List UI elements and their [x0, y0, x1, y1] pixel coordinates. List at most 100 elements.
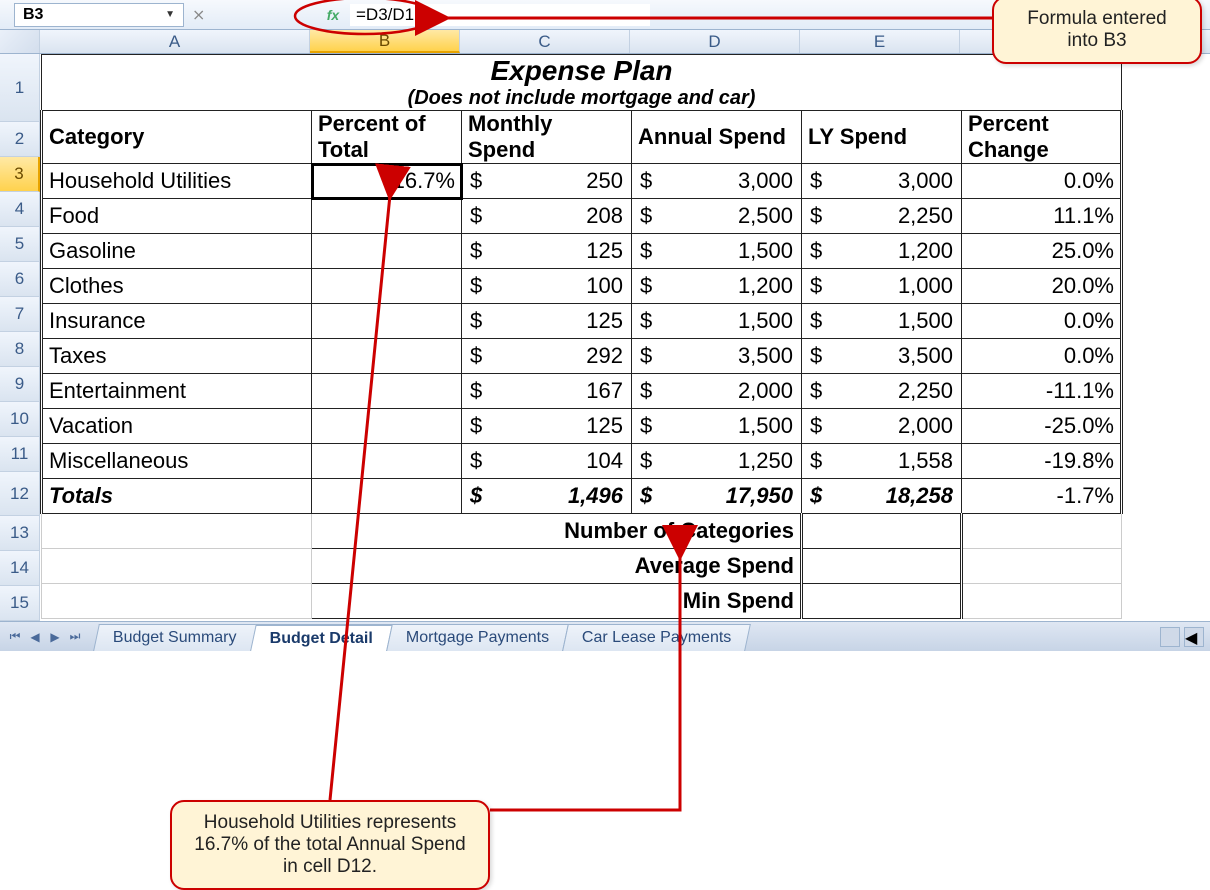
- cell-category[interactable]: Gasoline: [42, 234, 312, 269]
- cell-percent-change[interactable]: 0.0%: [962, 164, 1122, 199]
- cell-category[interactable]: Miscellaneous: [42, 444, 312, 479]
- sheet-tab[interactable]: Car Lease Payments: [562, 624, 751, 651]
- cell-annual-spend[interactable]: $3,000: [632, 164, 802, 199]
- tab-nav-first-icon[interactable]: ⏮: [6, 628, 24, 646]
- cell-F13[interactable]: [962, 514, 1122, 549]
- row-header-3[interactable]: 3: [0, 157, 40, 192]
- cell-annual-spend[interactable]: $1,250: [632, 444, 802, 479]
- cell-percent-total[interactable]: [312, 339, 462, 374]
- header-monthly-spend[interactable]: Monthly Spend: [462, 111, 632, 164]
- cell-ly-spend[interactable]: $3,500: [802, 339, 962, 374]
- label-average-spend[interactable]: Average Spend: [312, 549, 802, 584]
- cell-percent-change[interactable]: 11.1%: [962, 199, 1122, 234]
- row-header-15[interactable]: 15: [0, 586, 40, 621]
- insert-function-button[interactable]: fx: [322, 5, 344, 25]
- col-header-E[interactable]: E: [800, 30, 960, 53]
- cell-percent-total[interactable]: [312, 409, 462, 444]
- label-num-categories[interactable]: Number of Categories: [312, 514, 802, 549]
- cell-percent-total[interactable]: 16.7%: [312, 164, 462, 199]
- col-header-C[interactable]: C: [460, 30, 630, 53]
- row-header-4[interactable]: 4: [0, 192, 40, 227]
- cell-percent-change[interactable]: 0.0%: [962, 339, 1122, 374]
- cell-category[interactable]: Insurance: [42, 304, 312, 339]
- cell-percent-change[interactable]: -25.0%: [962, 409, 1122, 444]
- label-min-spend[interactable]: Min Spend: [312, 584, 802, 619]
- sheet-tab[interactable]: Budget Detail: [250, 624, 393, 651]
- header-percent-change[interactable]: Percent Change: [962, 111, 1122, 164]
- col-header-B[interactable]: B: [310, 30, 460, 53]
- value-average-spend[interactable]: [802, 549, 962, 584]
- cell-ly-spend[interactable]: $1,558: [802, 444, 962, 479]
- row-header-6[interactable]: 6: [0, 262, 40, 297]
- totals-pct[interactable]: [312, 479, 462, 514]
- tab-nav-prev-icon[interactable]: ◀: [26, 628, 44, 646]
- totals-monthly[interactable]: $1,496: [462, 479, 632, 514]
- select-all-corner[interactable]: [0, 30, 40, 53]
- cell-ly-spend[interactable]: $2,250: [802, 374, 962, 409]
- cell-monthly-spend[interactable]: $125: [462, 234, 632, 269]
- name-box[interactable]: B3 ▼: [14, 3, 184, 27]
- cell-category[interactable]: Entertainment: [42, 374, 312, 409]
- cell-monthly-spend[interactable]: $125: [462, 304, 632, 339]
- cell-ly-spend[interactable]: $2,000: [802, 409, 962, 444]
- cell-A15[interactable]: [42, 584, 312, 619]
- cell-percent-change[interactable]: 0.0%: [962, 304, 1122, 339]
- row-header-9[interactable]: 9: [0, 367, 40, 402]
- cell-percent-total[interactable]: [312, 304, 462, 339]
- cell-annual-spend[interactable]: $1,500: [632, 409, 802, 444]
- cell-category[interactable]: Vacation: [42, 409, 312, 444]
- name-box-dropdown-icon[interactable]: ▼: [165, 9, 175, 20]
- col-header-A[interactable]: A: [40, 30, 310, 53]
- cell-category[interactable]: Clothes: [42, 269, 312, 304]
- cell-percent-total[interactable]: [312, 374, 462, 409]
- cell-category[interactable]: Household Utilities: [42, 164, 312, 199]
- row-header-1[interactable]: 1: [0, 54, 40, 122]
- cell-annual-spend[interactable]: $2,000: [632, 374, 802, 409]
- cell-percent-total[interactable]: [312, 199, 462, 234]
- value-min-spend[interactable]: [802, 584, 962, 619]
- row-header-10[interactable]: 10: [0, 402, 40, 437]
- cell-percent-total[interactable]: [312, 234, 462, 269]
- cell-monthly-spend[interactable]: $125: [462, 409, 632, 444]
- header-category[interactable]: Category: [42, 111, 312, 164]
- cell-ly-spend[interactable]: $1,000: [802, 269, 962, 304]
- tab-nav-last-icon[interactable]: ⏭: [66, 628, 84, 646]
- cell-annual-spend[interactable]: $2,500: [632, 199, 802, 234]
- cell-ly-spend[interactable]: $2,250: [802, 199, 962, 234]
- row-header-2[interactable]: 2: [0, 122, 40, 157]
- formula-input[interactable]: =D3/D12: [350, 4, 650, 26]
- cell-percent-change[interactable]: -11.1%: [962, 374, 1122, 409]
- row-header-7[interactable]: 7: [0, 297, 40, 332]
- cell-percent-change[interactable]: 25.0%: [962, 234, 1122, 269]
- cell-percent-total[interactable]: [312, 444, 462, 479]
- row-header-14[interactable]: 14: [0, 551, 40, 586]
- cell-ly-spend[interactable]: $3,000: [802, 164, 962, 199]
- cell-ly-spend[interactable]: $1,200: [802, 234, 962, 269]
- row-header-5[interactable]: 5: [0, 227, 40, 262]
- spreadsheet-grid[interactable]: Expense Plan (Does not include mortgage …: [40, 54, 1123, 619]
- totals-change[interactable]: -1.7%: [962, 479, 1122, 514]
- cell-F15[interactable]: [962, 584, 1122, 619]
- cell-F14[interactable]: [962, 549, 1122, 584]
- cell-A13[interactable]: [42, 514, 312, 549]
- cell-monthly-spend[interactable]: $292: [462, 339, 632, 374]
- sheet-tab[interactable]: Budget Summary: [93, 624, 256, 651]
- cell-monthly-spend[interactable]: $250: [462, 164, 632, 199]
- insert-sheet-icon[interactable]: [1160, 627, 1180, 647]
- cell-percent-total[interactable]: [312, 269, 462, 304]
- cell-annual-spend[interactable]: $1,500: [632, 234, 802, 269]
- cell-annual-spend[interactable]: $3,500: [632, 339, 802, 374]
- title-cell[interactable]: Expense Plan (Does not include mortgage …: [42, 55, 1122, 111]
- cell-monthly-spend[interactable]: $100: [462, 269, 632, 304]
- col-header-D[interactable]: D: [630, 30, 800, 53]
- tab-nav-next-icon[interactable]: ▶: [46, 628, 64, 646]
- cell-category[interactable]: Taxes: [42, 339, 312, 374]
- row-header-13[interactable]: 13: [0, 516, 40, 551]
- cell-annual-spend[interactable]: $1,200: [632, 269, 802, 304]
- cell-monthly-spend[interactable]: $104: [462, 444, 632, 479]
- row-header-11[interactable]: 11: [0, 437, 40, 472]
- row-header-12[interactable]: 12: [0, 472, 40, 516]
- header-annual-spend[interactable]: Annual Spend: [632, 111, 802, 164]
- cell-annual-spend[interactable]: $1,500: [632, 304, 802, 339]
- header-percent-total[interactable]: Percent of Total: [312, 111, 462, 164]
